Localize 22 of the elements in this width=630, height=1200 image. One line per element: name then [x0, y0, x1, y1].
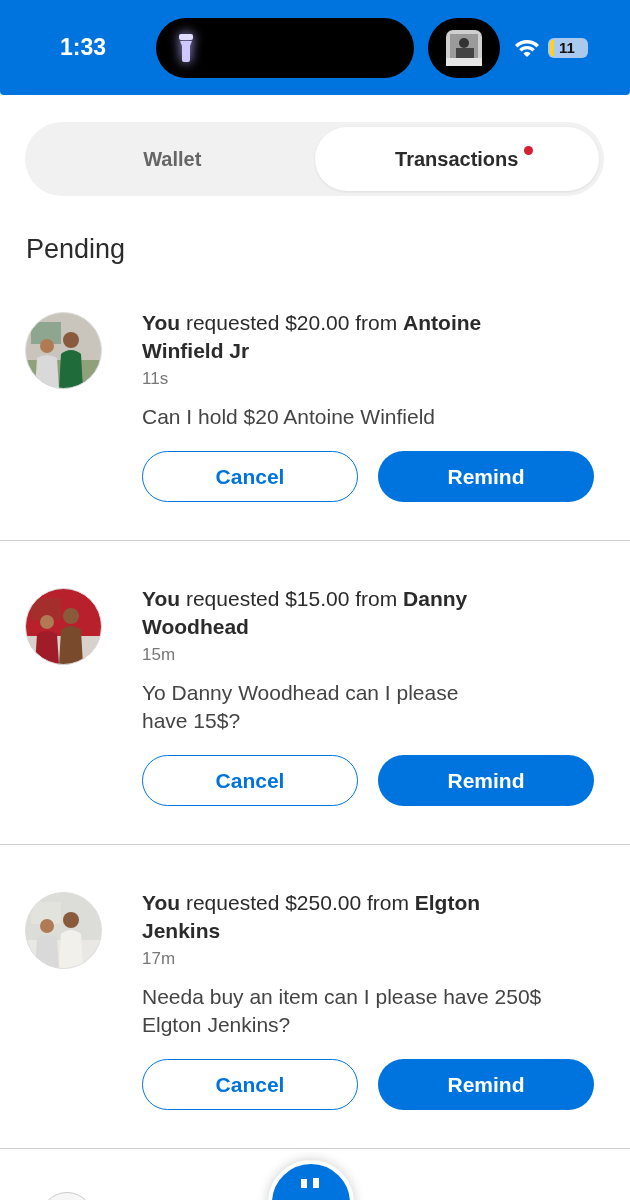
remind-button[interactable]: Remind — [378, 451, 594, 502]
request-summary: You requested $250.00 from Elgton Jenkins — [142, 890, 482, 944]
request-summary: You requested $20.00 from Antoine Winfield Jr — [142, 310, 483, 364]
timestamp: 11s — [142, 369, 170, 389]
tab[interactable]: Wallet — [30, 127, 315, 191]
timestamp: 15m — [142, 645, 177, 665]
section-title: Pending — [26, 234, 127, 265]
request-note: Yo Danny Woodhead can I please have 15$? — [142, 680, 460, 734]
timestamp: 17m — [142, 949, 177, 969]
remind-button[interactable]: Remind — [378, 1059, 594, 1110]
remind-button[interactable]: Remind — [378, 755, 594, 806]
wifi-icon — [514, 37, 540, 58]
clock-time: 1:33 — [60, 34, 108, 61]
request-note: Needa buy an item can I please have 250$ Elgton Jenkins? — [142, 984, 543, 1038]
request-summary: You requested $15.00 from Danny Woodhead — [142, 586, 469, 640]
cancel-button[interactable]: Cancel — [142, 755, 358, 806]
cancel-button[interactable]: Cancel — [142, 451, 358, 502]
flashlight-icon — [176, 31, 196, 64]
tab[interactable]: Transactions — [314, 127, 599, 191]
request-note: Can I hold $20 Antoine Winfield — [142, 404, 437, 430]
battery-level: 11 — [559, 39, 575, 56]
cancel-button[interactable]: Cancel — [142, 1059, 358, 1110]
